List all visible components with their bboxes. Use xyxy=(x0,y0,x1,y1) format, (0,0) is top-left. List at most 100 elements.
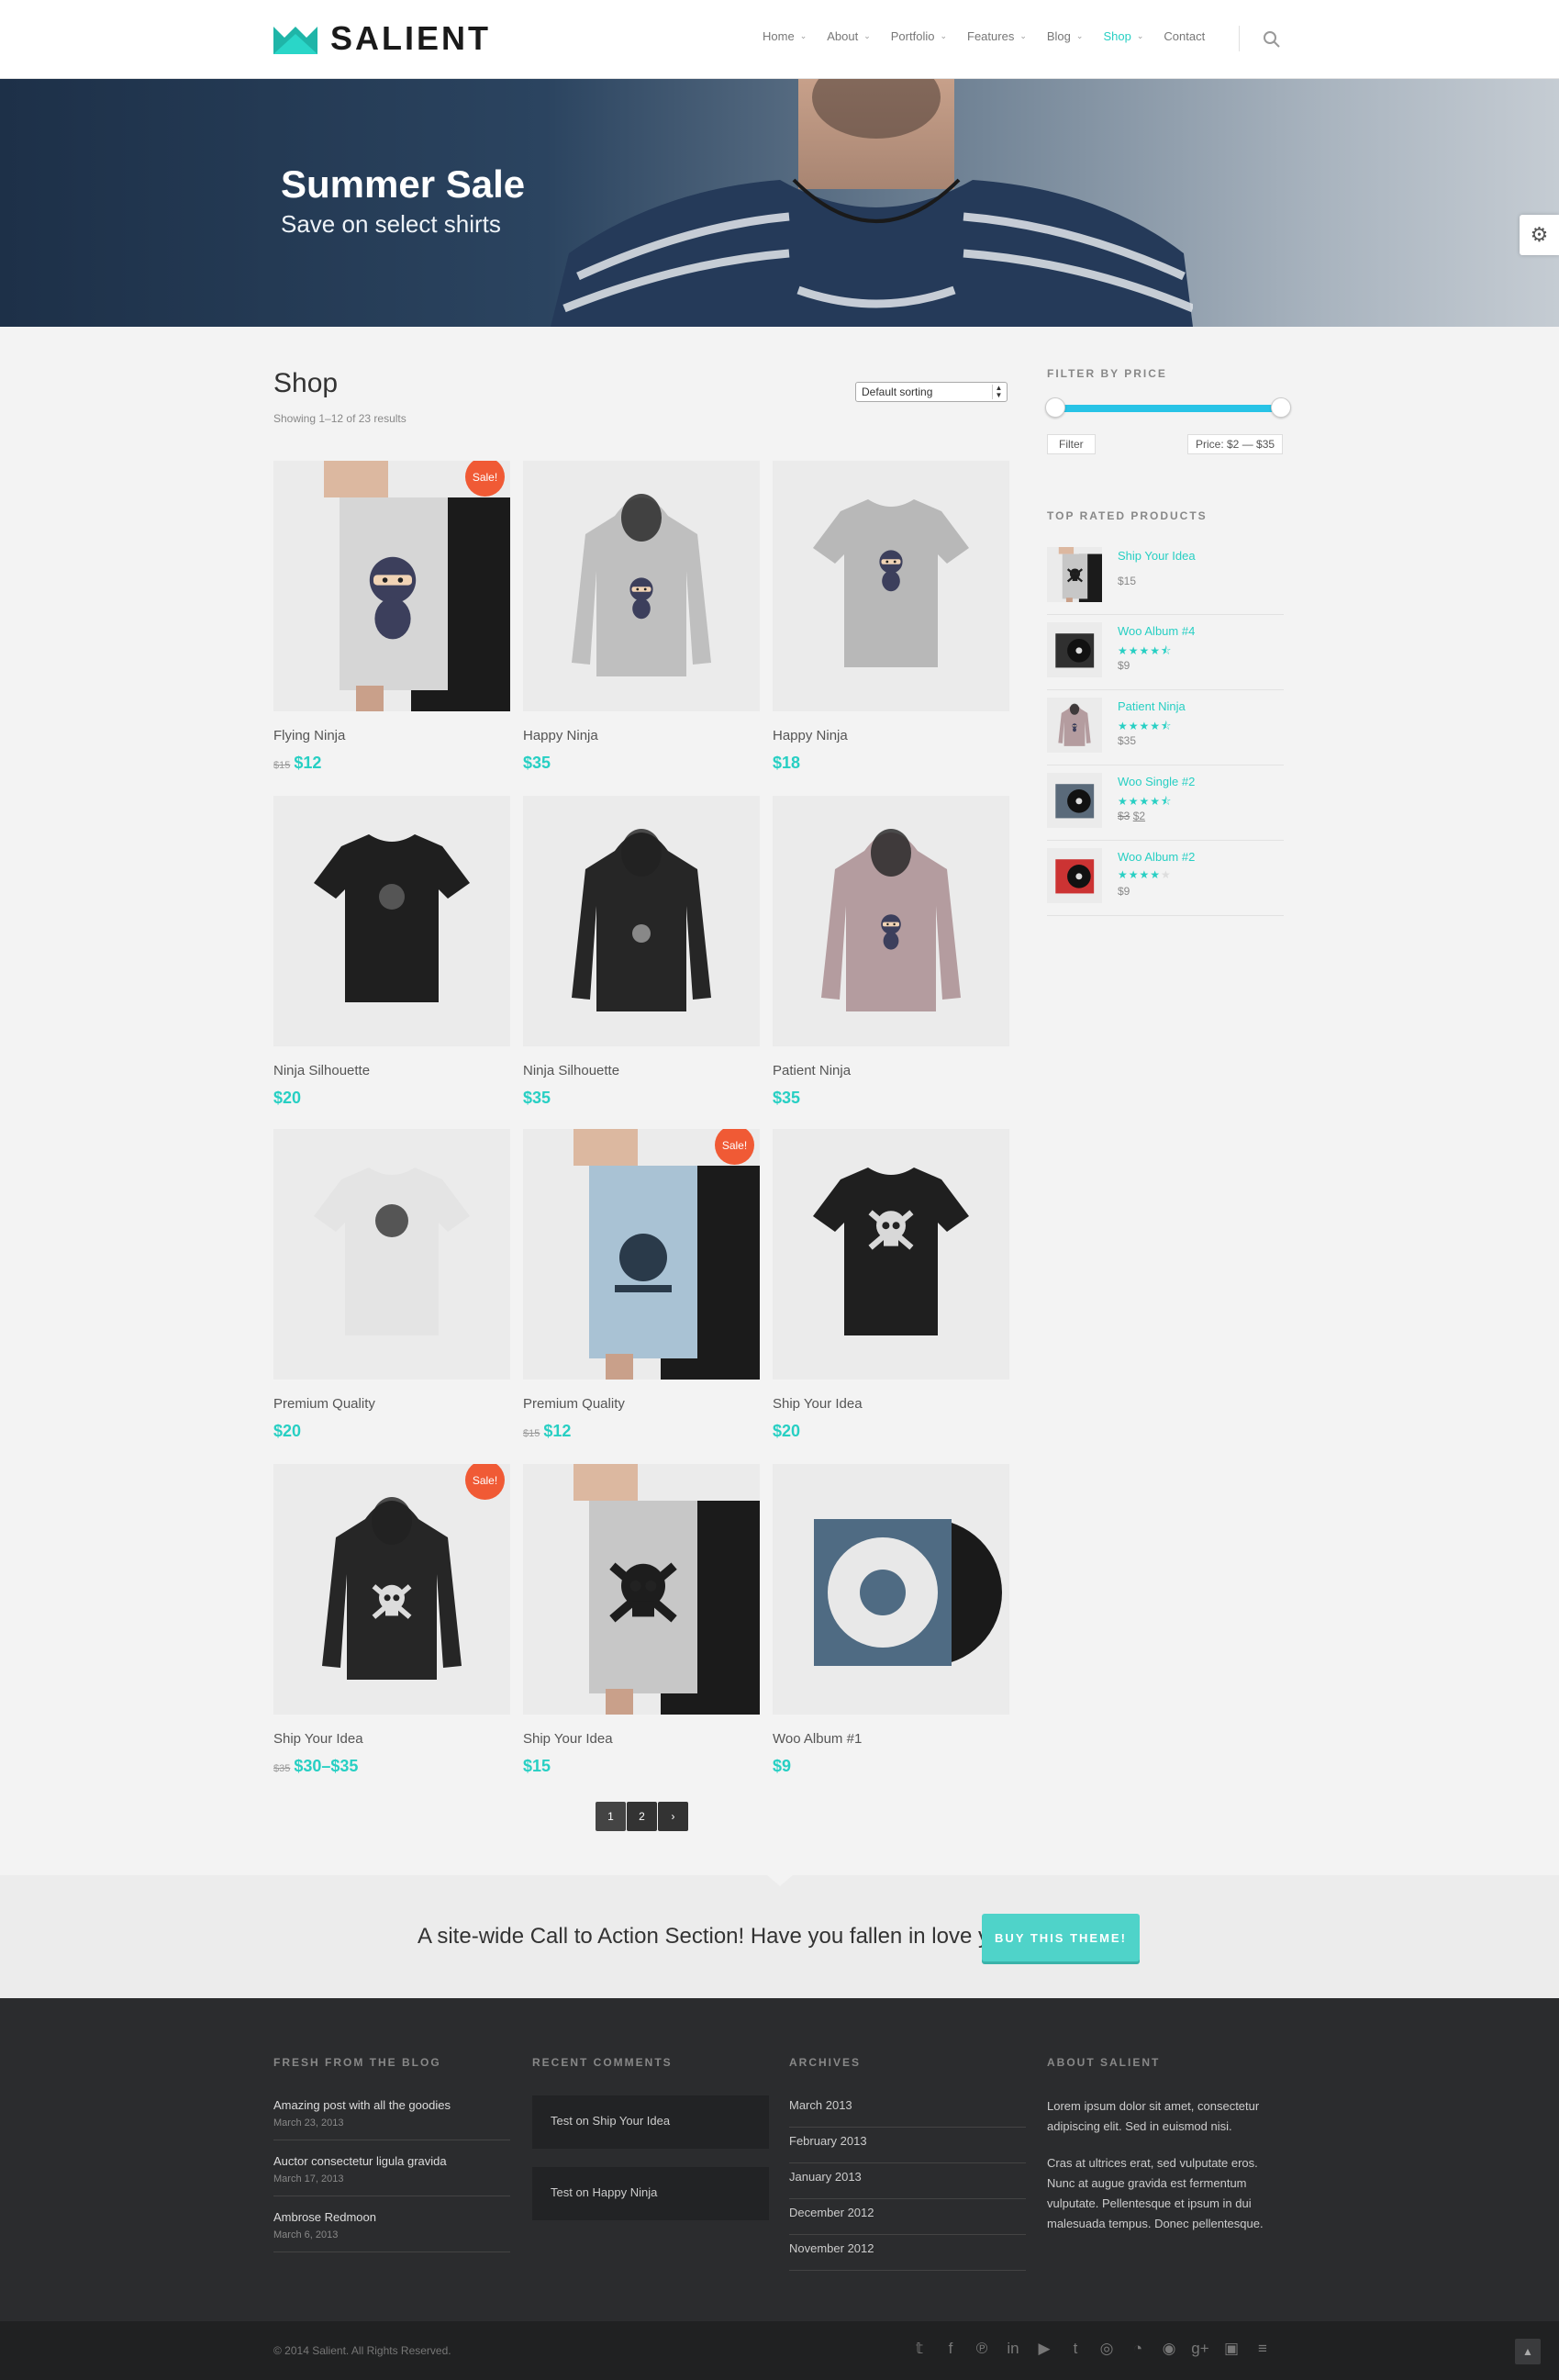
blog-post-item[interactable]: Ambrose Redmoon March 6, 2013 xyxy=(273,2209,510,2252)
facebook-icon[interactable]: f xyxy=(935,2340,966,2358)
sort-select[interactable]: Default sorting ▲ ▼ xyxy=(855,382,1008,402)
top-rated-item[interactable]: Woo Album #4 ★★★★⯪ $9 xyxy=(1047,615,1284,690)
nav-item-features[interactable]: Features ⌄ xyxy=(967,29,1027,43)
product-card[interactable]: Sale! Ship Your Idea $35 $30–$35 xyxy=(273,1464,510,1779)
product-current-price: $30–$35 xyxy=(294,1757,359,1775)
product-name[interactable]: Woo Album #1 xyxy=(773,1730,1009,1749)
product-card[interactable]: Woo Album #1 $9 xyxy=(773,1464,1009,1776)
recent-comment[interactable]: Test on Happy Ninja xyxy=(532,2167,769,2220)
nav-item-label: Blog xyxy=(1046,29,1071,43)
blog-post-item[interactable]: Auctor consectetur ligula gravida March 1… xyxy=(273,2153,510,2196)
product-card[interactable]: Premium Quality $20 xyxy=(273,1129,510,1441)
nav-item-home[interactable]: Home ⌄ xyxy=(763,29,807,43)
product-card[interactable]: Sale! Premium Quality $15 $12 xyxy=(523,1129,760,1444)
product-card[interactable]: Sale! Flying Ninja $15 $12 xyxy=(273,461,510,776)
blog-post-title[interactable]: Auctor consectetur ligula gravida xyxy=(273,2153,510,2170)
nav-item-shop[interactable]: Shop ⌄ xyxy=(1103,29,1143,43)
google-plus-icon[interactable]: g+ xyxy=(1185,2340,1216,2358)
instagram-icon[interactable]: ▣ xyxy=(1216,2340,1247,2358)
top-rated-thumbnail[interactable] xyxy=(1047,698,1102,753)
pinterest-icon[interactable]: ℗ xyxy=(966,2340,997,2358)
top-rated-thumbnail[interactable] xyxy=(1047,622,1102,677)
top-rated-name[interactable]: Woo Album #2 xyxy=(1118,850,1195,864)
price-slider-min-handle[interactable] xyxy=(1045,397,1065,418)
product-image[interactable] xyxy=(523,1464,760,1715)
product-name[interactable]: Happy Ninja xyxy=(773,727,1009,745)
logo[interactable]: SALIENT xyxy=(273,22,491,55)
product-image[interactable] xyxy=(773,461,1009,711)
youtube-icon[interactable]: ▶ xyxy=(1029,2340,1060,2358)
search-icon[interactable] xyxy=(1262,29,1282,50)
product-image[interactable]: Sale! xyxy=(273,461,510,711)
site-header: SALIENT Home ⌄ About ⌄ Portfolio ⌄ Features ⌄ Bl… xyxy=(0,0,1559,79)
product-name[interactable]: Ninja Silhouette xyxy=(523,1062,760,1080)
top-rated-name[interactable]: Woo Album #4 xyxy=(1118,624,1195,638)
linkedin-icon[interactable]: in xyxy=(997,2340,1029,2358)
product-image[interactable] xyxy=(773,1129,1009,1380)
product-image[interactable] xyxy=(273,1129,510,1380)
product-card[interactable]: Patient Ninja $35 xyxy=(773,796,1009,1108)
recent-comment[interactable]: Test on Ship Your Idea xyxy=(532,2095,769,2149)
top-rated-thumbnail[interactable] xyxy=(1047,773,1102,828)
product-card[interactable]: Ninja Silhouette $35 xyxy=(523,796,760,1108)
hero-person-image xyxy=(551,79,1193,327)
product-image[interactable] xyxy=(773,1464,1009,1715)
product-image[interactable] xyxy=(773,796,1009,1046)
rss-icon[interactable]: ◔ xyxy=(1122,2340,1153,2358)
price-slider-track[interactable] xyxy=(1053,405,1281,412)
archive-link[interactable]: November 2012 xyxy=(789,2235,1026,2271)
product-image[interactable]: Sale! xyxy=(523,1129,760,1380)
archive-link[interactable]: February 2013 xyxy=(789,2128,1026,2163)
product-image[interactable] xyxy=(523,461,760,711)
product-card[interactable]: Ship Your Idea $15 xyxy=(523,1464,760,1776)
archive-link[interactable]: March 2013 xyxy=(789,2092,1026,2128)
nav-item-portfolio[interactable]: Portfolio ⌄ xyxy=(891,29,947,43)
product-name[interactable]: Ship Your Idea xyxy=(773,1395,1009,1413)
blog-post-item[interactable]: Amazing post with all the goodies March 2… xyxy=(273,2097,510,2140)
tumblr-icon[interactable]: t xyxy=(1060,2340,1091,2358)
blog-post-title[interactable]: Ambrose Redmoon xyxy=(273,2209,510,2226)
product-name[interactable]: Happy Ninja xyxy=(523,727,760,745)
product-card[interactable]: Happy Ninja $35 xyxy=(523,461,760,773)
top-rated-name[interactable]: Ship Your Idea xyxy=(1118,549,1196,563)
top-rated-thumbnail[interactable] xyxy=(1047,848,1102,903)
stackexchange-icon[interactable]: ≡ xyxy=(1247,2340,1278,2358)
archive-link[interactable]: January 2013 xyxy=(789,2163,1026,2199)
top-rated-item[interactable]: Ship Your Idea $15 xyxy=(1047,540,1284,615)
top-rated-item[interactable]: Patient Ninja ★★★★⯪ $35 xyxy=(1047,690,1284,765)
top-rated-thumbnail[interactable] xyxy=(1047,547,1102,602)
product-image[interactable] xyxy=(273,796,510,1046)
top-rated-item[interactable]: Woo Single #2 ★★★★⯪ $3 $2 xyxy=(1047,765,1284,841)
blog-post-title[interactable]: Amazing post with all the goodies xyxy=(273,2097,510,2114)
product-name[interactable]: Ship Your Idea xyxy=(523,1730,760,1749)
product-card[interactable]: Ninja Silhouette $20 xyxy=(273,796,510,1108)
price-slider-max-handle[interactable] xyxy=(1271,397,1291,418)
filter-button[interactable]: Filter xyxy=(1047,434,1096,454)
arrow-up-icon[interactable]: ▲ xyxy=(1515,2339,1541,2364)
gear-icon[interactable]: ⚙ xyxy=(1520,215,1559,255)
buy-theme-button[interactable]: BUY THIS THEME! xyxy=(982,1914,1140,1961)
product-name[interactable]: Patient Ninja xyxy=(773,1062,1009,1080)
next-page-button[interactable]: › xyxy=(658,1802,688,1831)
product-image[interactable]: Sale! xyxy=(273,1464,510,1715)
product-name[interactable]: Flying Ninja xyxy=(273,727,510,745)
product-name[interactable]: Ship Your Idea xyxy=(273,1730,510,1749)
top-rated-item[interactable]: Woo Album #2 ★★★★★ $9 xyxy=(1047,841,1284,916)
product-name[interactable]: Premium Quality xyxy=(523,1395,760,1413)
product-image[interactable] xyxy=(523,796,760,1046)
nav-item-contact[interactable]: Contact xyxy=(1164,29,1205,43)
archive-link[interactable]: December 2012 xyxy=(789,2199,1026,2235)
nav-item-blog[interactable]: Blog ⌄ xyxy=(1047,29,1084,43)
nav-item-about[interactable]: About ⌄ xyxy=(827,29,871,43)
top-rated-name[interactable]: Patient Ninja xyxy=(1118,699,1186,713)
product-card[interactable]: Ship Your Idea $20 xyxy=(773,1129,1009,1441)
twitter-icon[interactable]: 𝕥 xyxy=(904,2340,935,2358)
product-name[interactable]: Premium Quality xyxy=(273,1395,510,1413)
product-card[interactable]: Happy Ninja $18 xyxy=(773,461,1009,773)
page-1-button[interactable]: 1 xyxy=(596,1802,626,1831)
dribbble-icon[interactable]: ◎ xyxy=(1091,2340,1122,2358)
page-2-button[interactable]: 2 xyxy=(627,1802,657,1831)
github-icon[interactable]: ◉ xyxy=(1153,2340,1185,2358)
product-name[interactable]: Ninja Silhouette xyxy=(273,1062,510,1080)
top-rated-name[interactable]: Woo Single #2 xyxy=(1118,775,1195,788)
